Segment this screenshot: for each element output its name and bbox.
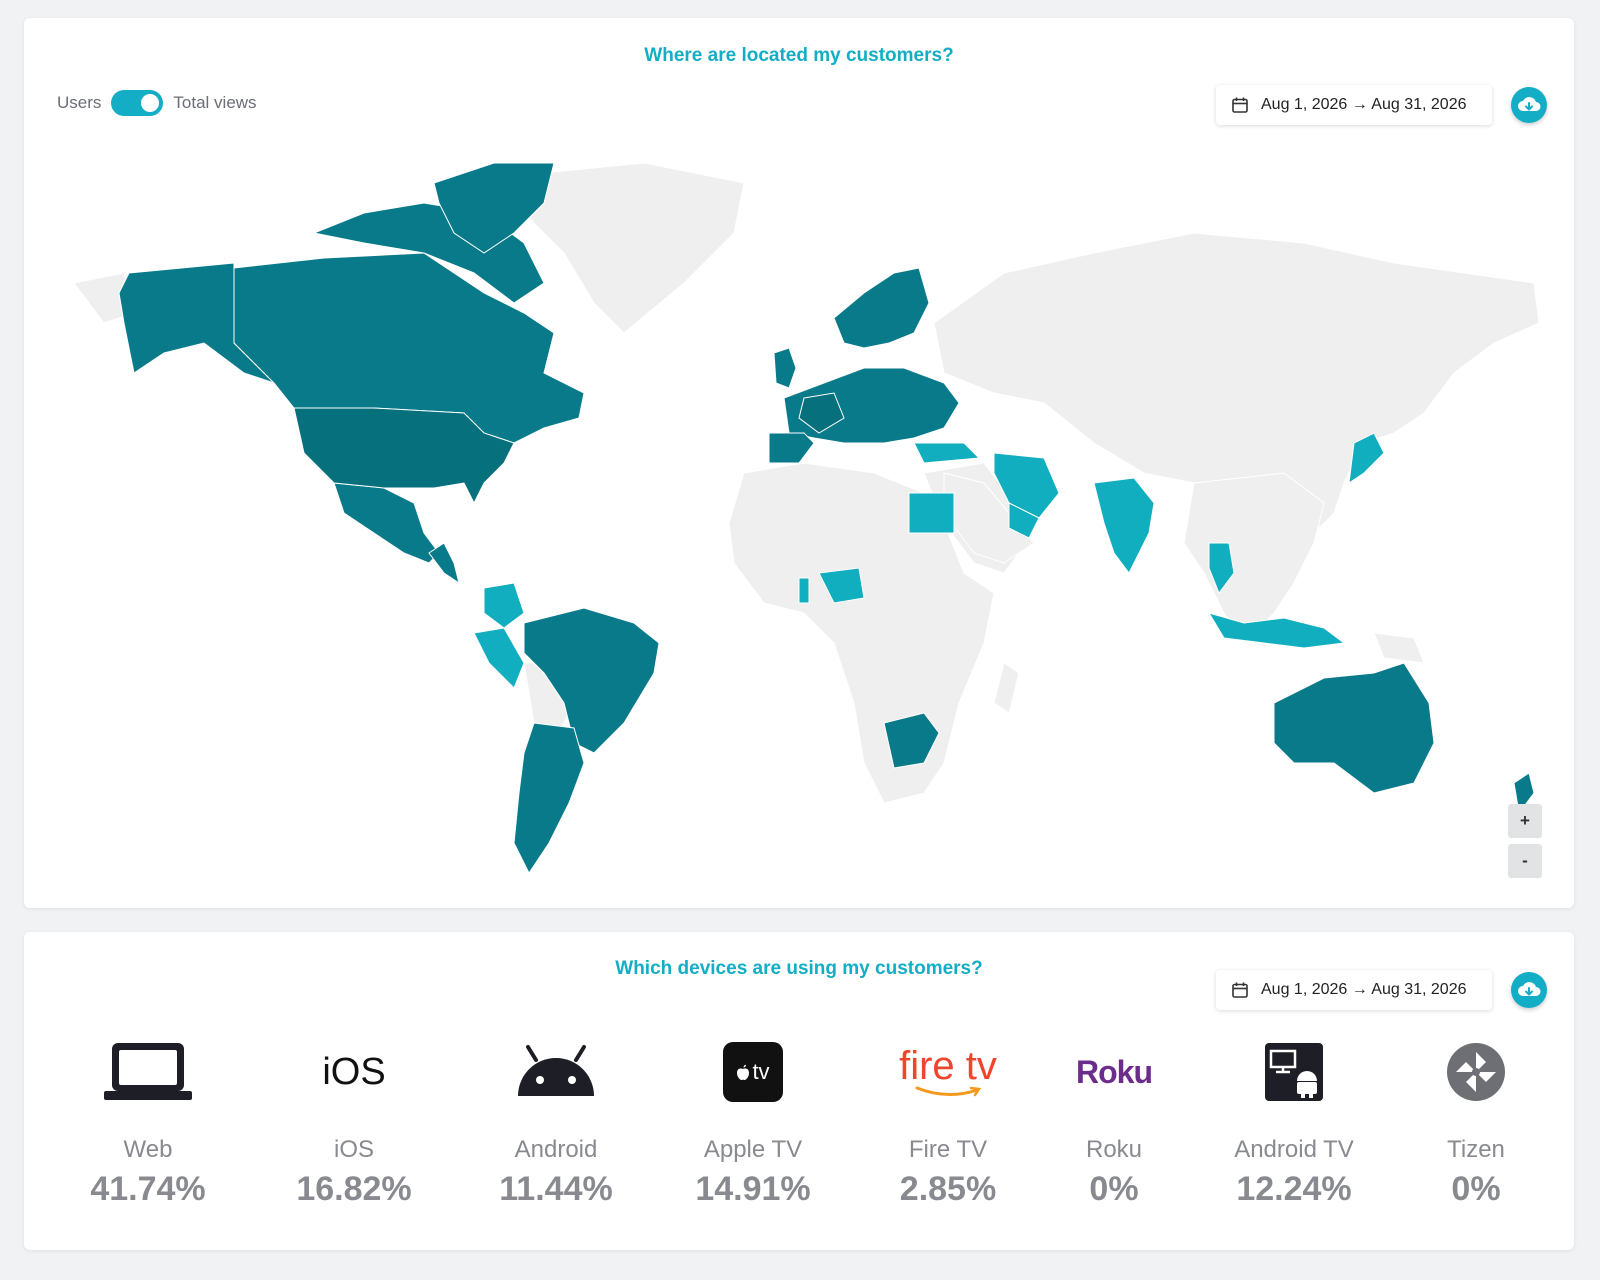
cloud-download-icon [1518, 97, 1541, 111]
device-name: Android [514, 1136, 598, 1163]
device-list: Web 41.74% iOS iOS 16.82% Android 11.44%… [24, 1032, 1574, 1232]
devices-date-range-picker[interactable]: Aug 1, 2026 → Aug 31, 2026 [1216, 970, 1492, 1010]
device-item-roku: Roku Roku 0% [1014, 1032, 1214, 1209]
customer-location-card: Where are located my customers? Users To… [24, 18, 1574, 908]
device-name: Tizen [1447, 1136, 1505, 1163]
map-region-peru [473, 627, 525, 689]
map-region-mexico [333, 482, 440, 564]
map-region-india [1093, 477, 1155, 574]
map-region-ghana [798, 577, 810, 604]
toggle-label-total-views: Total views [173, 93, 257, 112]
device-percentage: 0% [1451, 1170, 1501, 1208]
map-region-png [1373, 632, 1425, 664]
map-region-iberia [768, 432, 815, 464]
device-name: Android TV [1234, 1136, 1354, 1163]
device-percentage: 0% [1089, 1170, 1139, 1208]
metric-toggle-group: Users Total views [57, 90, 257, 116]
world-map[interactable] [44, 143, 1544, 883]
map-region-madagascar [993, 662, 1020, 714]
calendar-icon [1232, 982, 1248, 998]
device-item-android: Android 11.44% [456, 1032, 656, 1209]
map-date-range-text: Aug 1, 2026 → Aug 31, 2026 [1261, 96, 1467, 113]
map-region-australia [1273, 662, 1435, 794]
map-region-greenland-east [523, 162, 745, 334]
android-icon [518, 1045, 594, 1096]
tizen-icon [1447, 1043, 1505, 1101]
device-item-web: Web 41.74% [48, 1032, 248, 1209]
device-name: Apple TV [703, 1136, 803, 1163]
map-section-title: Where are located my customers? [644, 45, 954, 66]
android-tv-icon [1265, 1043, 1323, 1101]
device-percentage: 16.82% [296, 1170, 412, 1208]
device-item-ios: iOS iOS 16.82% [254, 1032, 454, 1209]
device-percentage: 12.24% [1236, 1170, 1352, 1208]
roku-icon: Roku [1076, 1053, 1153, 1090]
zoom-in-button[interactable]: + [1508, 804, 1542, 838]
ios-icon: iOS [322, 1050, 386, 1093]
device-name: Roku [1085, 1136, 1143, 1163]
map-region-turkey [913, 442, 981, 464]
map-region-egypt [908, 492, 955, 534]
map-region-scandinavia [833, 267, 930, 349]
device-name: iOS [333, 1136, 374, 1163]
toggle-label-users: Users [57, 93, 102, 112]
map-download-button[interactable] [1511, 87, 1547, 123]
fire-tv-icon: fire tv [899, 1046, 997, 1098]
laptop-icon [104, 1043, 192, 1100]
device-item-apple-tv: tv Apple TV 14.91% [653, 1032, 853, 1209]
devices-card: Which devices are using my customers? Au… [24, 932, 1574, 1250]
map-date-range-picker[interactable]: Aug 1, 2026 → Aug 31, 2026 [1216, 85, 1492, 125]
device-name: Web [123, 1136, 173, 1163]
devices-download-button[interactable] [1511, 972, 1547, 1008]
apple-tv-icon: tv [723, 1042, 783, 1102]
device-item-tizen: Tizen 0% [1376, 1032, 1576, 1209]
map-region-argentina [513, 722, 585, 874]
map-region-china-se-asia [1183, 472, 1325, 644]
calendar-icon [1232, 97, 1248, 113]
device-percentage: 41.74% [90, 1170, 206, 1208]
zoom-out-button[interactable]: - [1508, 844, 1542, 878]
device-percentage: 11.44% [499, 1170, 613, 1208]
map-region-uk [773, 347, 797, 389]
toggle-knob [141, 94, 160, 112]
metric-toggle-switch[interactable] [111, 90, 164, 116]
device-item-android-tv: Android TV 12.24% [1194, 1032, 1394, 1209]
devices-date-range-text: Aug 1, 2026 → Aug 31, 2026 [1261, 981, 1467, 998]
cloud-download-icon [1518, 982, 1541, 996]
device-percentage: 14.91% [695, 1170, 811, 1208]
map-region-colombia [483, 582, 525, 629]
